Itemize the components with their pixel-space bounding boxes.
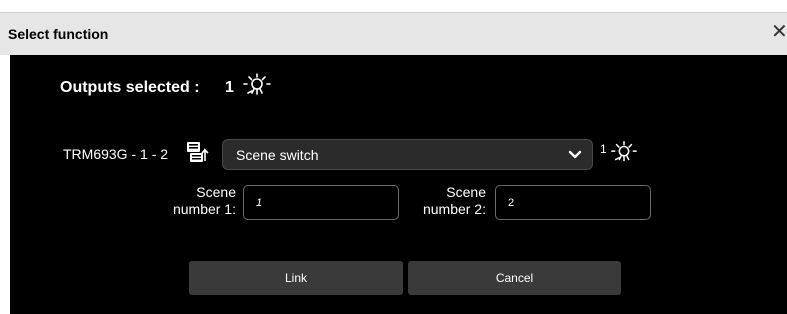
dialog-body: Outputs selected : 1 TRM693G - 1 - 2 Sce… — [10, 55, 787, 314]
close-icon[interactable]: ✕ — [771, 21, 787, 43]
device-label: TRM693G - 1 - 2 — [63, 146, 169, 162]
light-icon — [243, 73, 271, 95]
link-button[interactable]: Link — [189, 261, 403, 295]
scene-number-1-label: Scene number 1: — [172, 184, 236, 217]
scene-number-1-input[interactable] — [243, 185, 399, 220]
cancel-button[interactable]: Cancel — [408, 261, 621, 295]
scene-number-2-input[interactable] — [495, 185, 651, 220]
output-count: 1 — [600, 142, 607, 156]
scene-number-2-label: Scene number 2: — [422, 184, 486, 217]
dialog-title: Select function — [8, 26, 109, 42]
function-select-value: Scene switch — [236, 147, 319, 163]
device-link-icon[interactable] — [186, 141, 210, 163]
light-icon — [611, 141, 637, 162]
select-function-dialog: Select function ✕ Outputs selected : 1 T… — [0, 12, 787, 314]
outputs-selected-label: Outputs selected : — [60, 79, 200, 96]
dialog-titlebar: Select function ✕ — [0, 12, 787, 55]
chevron-down-icon — [568, 150, 582, 159]
function-select[interactable]: Scene switch — [222, 139, 593, 170]
outputs-selected-count: 1 — [225, 79, 234, 96]
